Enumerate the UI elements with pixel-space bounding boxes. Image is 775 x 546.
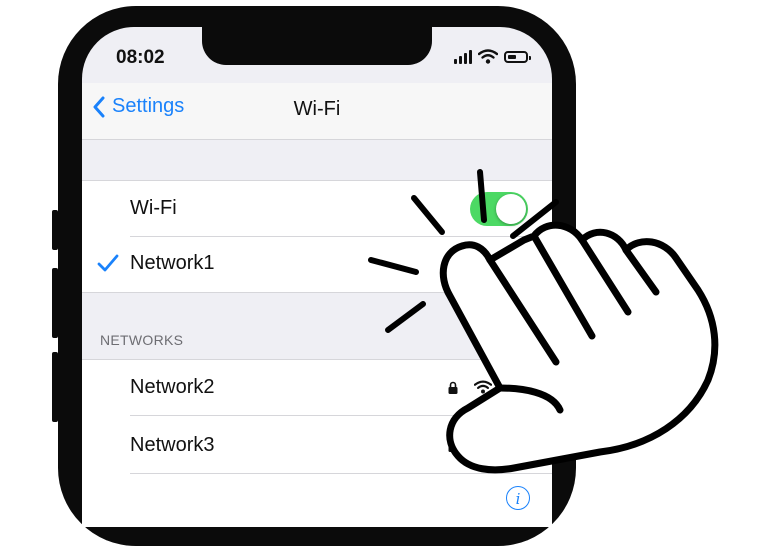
side-button	[52, 210, 58, 250]
navigation-bar: Settings Wi-Fi	[82, 83, 552, 140]
wifi-label: Wi-Fi	[130, 197, 177, 219]
connected-network-row[interactable]: Network1 i	[82, 236, 552, 292]
side-button	[52, 268, 58, 338]
networks-group: Network2 i Network3 i	[82, 359, 552, 527]
notch	[202, 27, 432, 65]
network-row[interactable]: Network3	[82, 418, 552, 474]
wifi-icon	[474, 380, 492, 394]
network-row[interactable]: Network2 i	[82, 360, 552, 416]
info-icon[interactable]: i	[506, 486, 530, 510]
page-title: Wi-Fi	[293, 98, 341, 120]
status-icons	[454, 49, 531, 64]
toggle-knob	[496, 194, 526, 224]
wifi-group: Wi-Fi Network1 i	[82, 180, 552, 293]
status-time: 08:02	[116, 47, 165, 68]
checkmark-icon	[97, 254, 119, 272]
phone-screen: 08:02 Settings Wi-Fi Wi-Fi Network1 i NE…	[82, 27, 552, 527]
lock-icon	[448, 439, 458, 452]
lock-icon	[448, 381, 458, 394]
network-name: Network2	[130, 376, 215, 398]
info-icon[interactable]: i	[506, 252, 530, 276]
battery-icon	[504, 50, 531, 63]
info-icon[interactable]: i	[506, 376, 530, 400]
row-separator	[130, 473, 552, 474]
row-separator	[130, 415, 552, 416]
network-name: Network1	[130, 252, 215, 274]
network-row[interactable]: i	[82, 476, 552, 527]
wifi-icon	[478, 49, 498, 64]
signal-icon	[454, 49, 472, 64]
section-header: NETWORKS	[100, 332, 184, 348]
network-name: Network3	[130, 434, 215, 456]
wifi-toggle[interactable]	[470, 192, 528, 226]
side-button	[52, 352, 58, 422]
wifi-toggle-row: Wi-Fi	[82, 181, 552, 237]
